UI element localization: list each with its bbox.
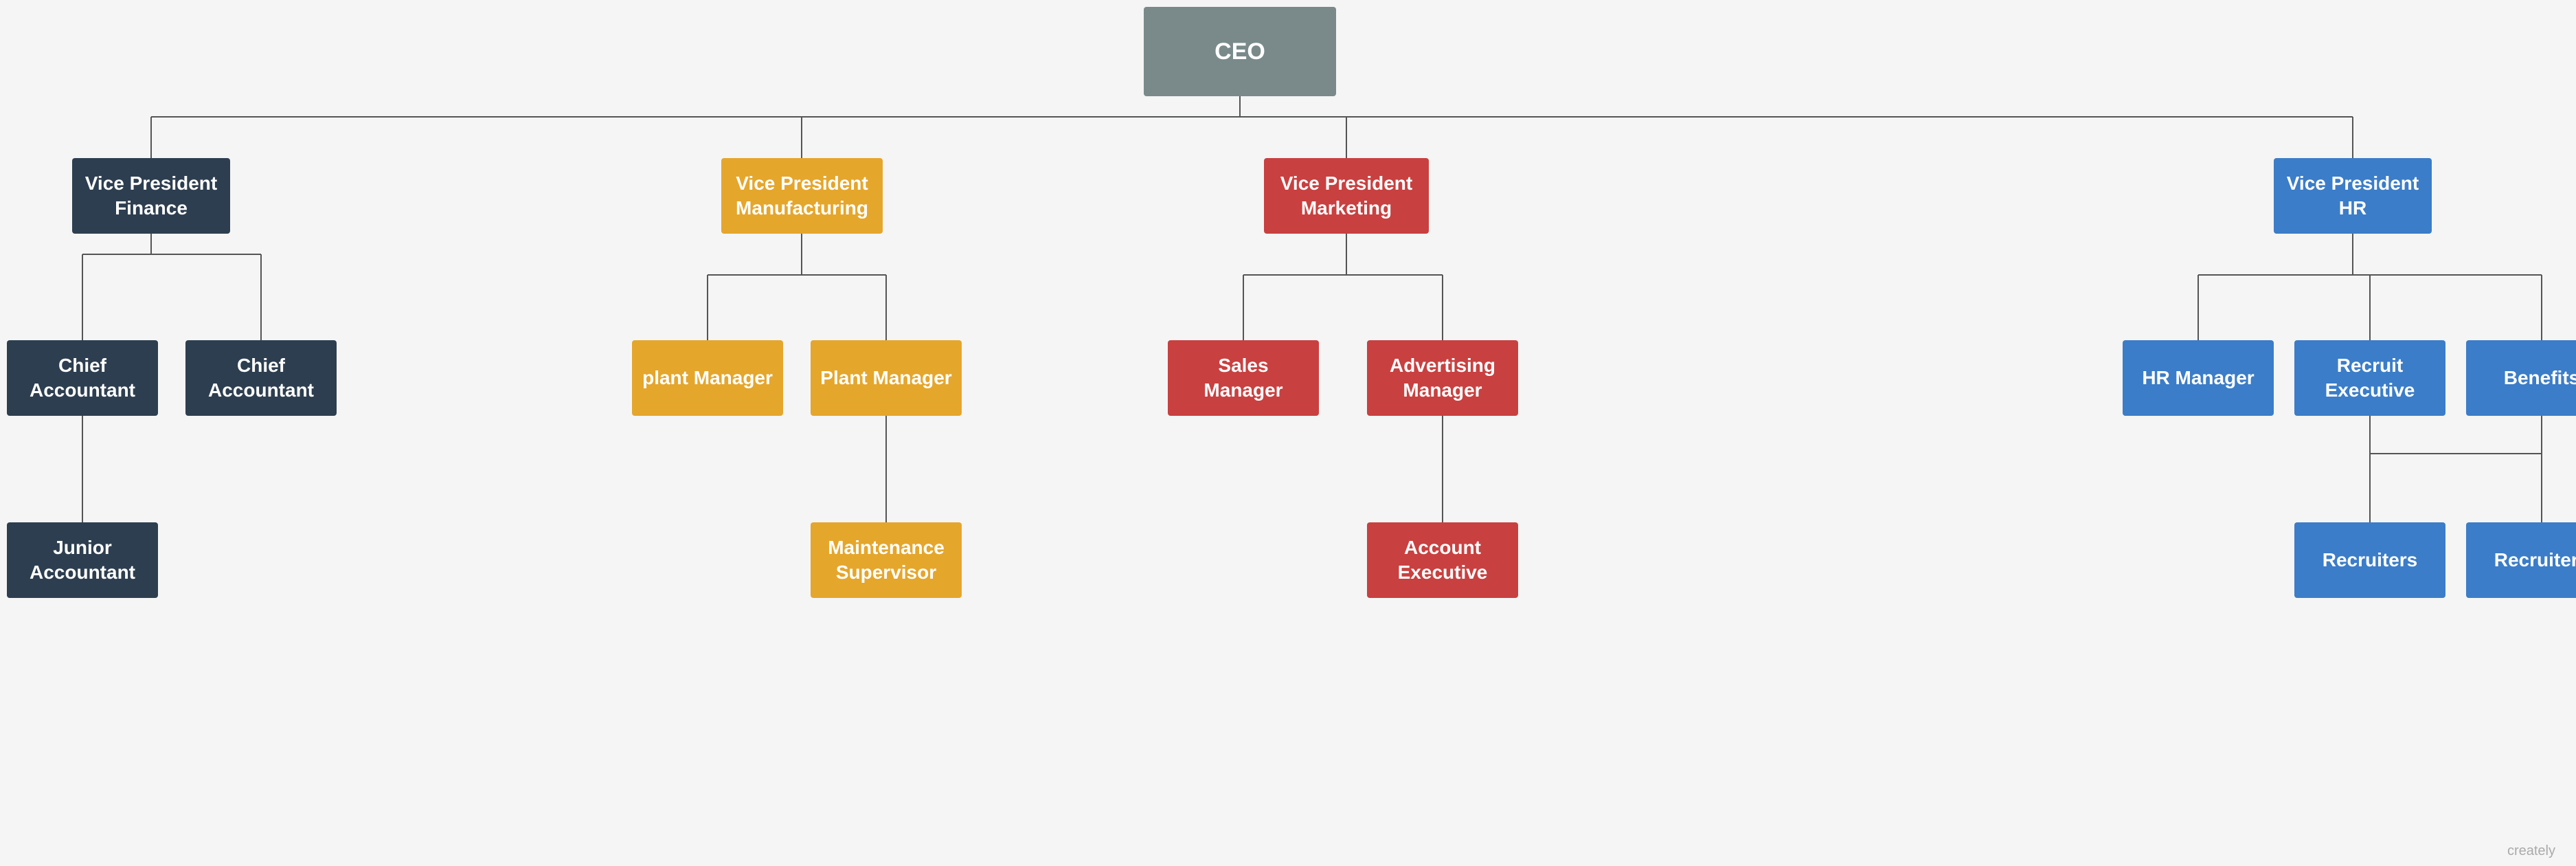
watermark: creately xyxy=(2507,843,2555,859)
vp-finance-node: Vice President Finance xyxy=(72,158,230,234)
hr-manager-node: HR Manager xyxy=(2123,340,2274,416)
junior-accountant-node: Junior Accountant xyxy=(7,522,158,598)
vp-hr-node: Vice President HR xyxy=(2274,158,2432,234)
ceo-node: CEO xyxy=(1144,7,1336,96)
maintenance-supervisor-node: Maintenance Supervisor xyxy=(811,522,962,598)
plant-manager-2-node: Plant Manager xyxy=(811,340,962,416)
vp-marketing-node: Vice President Marketing xyxy=(1264,158,1429,234)
recruiters-1-node: Recruiters xyxy=(2294,522,2445,598)
advertising-manager-node: Advertising Manager xyxy=(1367,340,1518,416)
chief-accountant-1-node: Chief Accountant xyxy=(7,340,158,416)
org-chart: CEO Vice President Finance Vice Presiden… xyxy=(0,0,2576,866)
benefits-node: Benefits xyxy=(2466,340,2576,416)
sales-manager-node: Sales Manager xyxy=(1168,340,1319,416)
vp-manufacturing-node: Vice President Manufacturing xyxy=(721,158,883,234)
recruit-executive-node: Recruit Executive xyxy=(2294,340,2445,416)
connector-lines xyxy=(0,0,2576,866)
recruiters-2-node: Recruiters xyxy=(2466,522,2576,598)
plant-manager-1-node: plant Manager xyxy=(632,340,783,416)
account-executive-node: Account Executive xyxy=(1367,522,1518,598)
chief-accountant-2-node: Chief Accountant xyxy=(185,340,337,416)
